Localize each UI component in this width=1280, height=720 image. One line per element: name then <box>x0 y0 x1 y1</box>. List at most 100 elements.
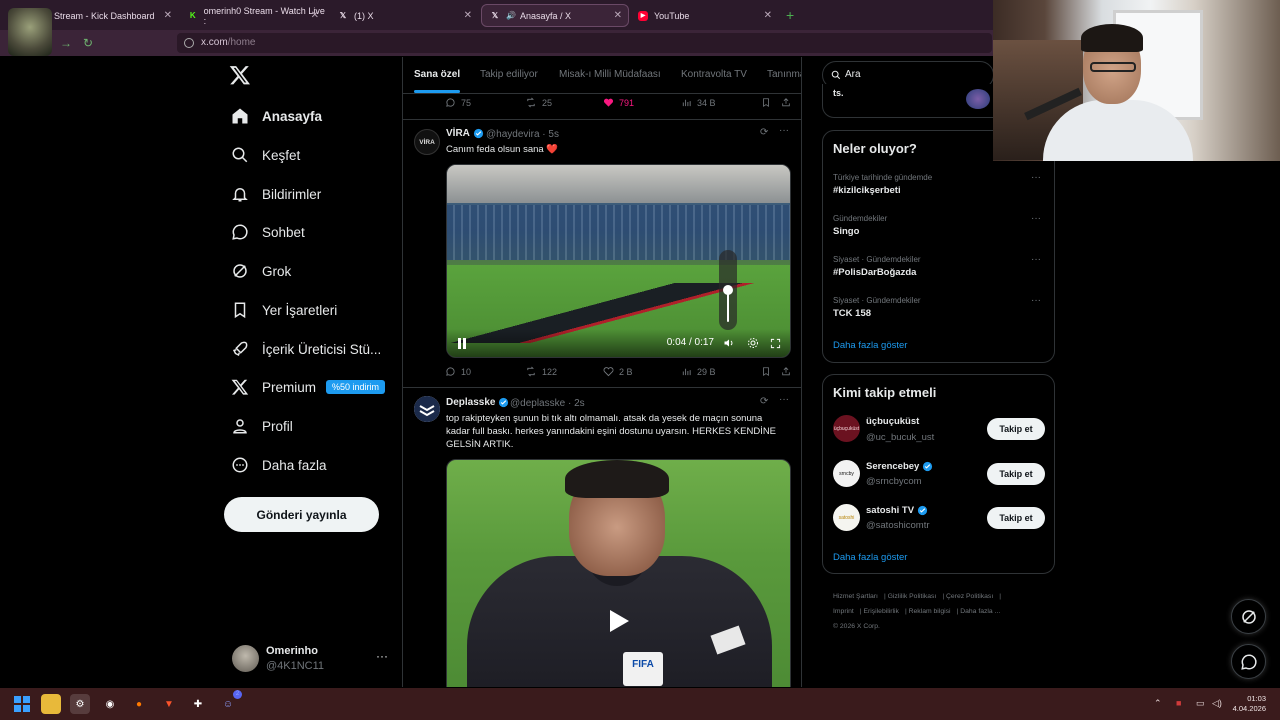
footer-link[interactable]: Daha fazla ... <box>960 608 1000 615</box>
nav-home[interactable]: Anasayfa <box>230 102 322 130</box>
taskbar-clock[interactable]: 01:03 4.04.2026 <box>1233 694 1266 714</box>
avatar[interactable] <box>414 396 440 422</box>
tweet-handle[interactable]: @deplasske · 2s <box>510 398 585 409</box>
tab-omerinh0-stream[interactable]: K omerinh0 Stream - Watch Live : ✕ <box>180 4 325 27</box>
footer-link[interactable]: Reklam bilgisi <box>909 608 951 615</box>
file-explorer-icon[interactable] <box>41 694 61 714</box>
post-button[interactable]: Gönderi yayınla <box>224 497 379 532</box>
nav-premium[interactable]: Premium %50 indirim <box>230 373 386 401</box>
site-info-icon[interactable] <box>184 38 194 48</box>
brave-icon[interactable]: ▼ <box>159 694 179 714</box>
tab-list-taninma[interactable]: Tanınma <box>767 69 801 80</box>
avatar[interactable]: VİRA <box>414 129 440 155</box>
follow-name-row[interactable]: satoshi TV <box>866 505 928 516</box>
new-tab-button[interactable]: + <box>786 7 794 23</box>
controller-icon[interactable]: ✚ <box>188 694 208 714</box>
pause-icon[interactable] <box>457 338 467 349</box>
x-logo-icon[interactable] <box>229 64 251 86</box>
share-icon[interactable] <box>781 97 796 108</box>
address-bar[interactable]: x.com/home <box>177 33 992 53</box>
nav-profile[interactable]: Profil <box>230 412 293 440</box>
volume-icon[interactable]: ◁) <box>1212 698 1222 709</box>
more-icon[interactable]: ··· <box>1031 172 1041 183</box>
tweet-video[interactable]: FIFA <box>446 459 791 687</box>
close-icon[interactable]: ✕ <box>164 10 172 21</box>
messages-floating-button[interactable] <box>1231 644 1266 679</box>
close-icon[interactable]: ✕ <box>764 10 772 21</box>
share-icon[interactable] <box>781 366 796 377</box>
chevron-up-icon[interactable]: ⌃ <box>1154 698 1162 709</box>
follow-name-row[interactable]: Serencebey <box>866 461 933 472</box>
tab-anasayfa-x[interactable]: 𝕏 🔊 Anasayfa / X ✕ <box>481 4 629 27</box>
more-icon[interactable]: ··· <box>1031 254 1041 265</box>
play-icon[interactable] <box>607 608 631 634</box>
tweet-handle[interactable]: @haydevira · 5s <box>486 129 559 140</box>
nav-creator-studio[interactable]: İçerik Üreticisi Stü... <box>230 335 381 363</box>
nav-more[interactable]: Daha fazla <box>230 451 327 479</box>
avatar[interactable]: srncby <box>833 460 860 487</box>
bookmark-icon[interactable] <box>761 366 776 377</box>
tray-app-icon[interactable]: ■ <box>1176 698 1181 708</box>
discord-icon[interactable]: ☺ 2 <box>218 690 242 714</box>
grok-icon[interactable]: ⟳ <box>760 127 768 138</box>
nav-bookmarks[interactable]: Yer İşaretleri <box>230 296 337 324</box>
tab-youtube[interactable]: ▶ YouTube ✕ <box>630 4 778 27</box>
more-icon[interactable]: ··· <box>779 125 789 136</box>
more-icon[interactable]: ··· <box>1031 295 1041 306</box>
follow-name[interactable]: üçbuçuküst <box>866 416 919 427</box>
footer-link[interactable]: Hizmet Şartları <box>833 593 878 600</box>
firefox-icon[interactable]: ● <box>129 694 149 714</box>
avatar[interactable]: üçbuçuküst <box>833 415 860 442</box>
tab-x-notifications[interactable]: 𝕏 (1) X ✕ <box>330 4 478 27</box>
views-button[interactable]: 29 B <box>681 366 716 377</box>
footer-link[interactable]: Çerez Politikası <box>946 593 993 600</box>
tab-kick-dashboard[interactable]: K Stream - Kick Dashboard ✕ <box>30 4 178 27</box>
grok-floating-button[interactable] <box>1231 599 1266 634</box>
volume-slider[interactable] <box>719 250 737 330</box>
footer-link[interactable]: Gizlilik Politikası <box>888 593 937 600</box>
follow-button[interactable]: Takip et <box>987 418 1045 440</box>
more-icon[interactable]: ··· <box>1031 213 1041 224</box>
tweet-video[interactable]: 0:04 / 0:17 <box>446 164 791 358</box>
nav-grok[interactable]: Grok <box>230 257 291 285</box>
close-icon[interactable]: ✕ <box>614 10 622 21</box>
reply-button[interactable]: 75 <box>445 97 471 108</box>
fullscreen-icon[interactable] <box>770 338 781 349</box>
obs-icon[interactable]: ◉ <box>100 694 120 714</box>
windows-start-icon[interactable] <box>12 694 32 714</box>
more-icon[interactable]: ··· <box>779 394 789 405</box>
show-more-link[interactable]: Daha fazla göster <box>833 552 907 563</box>
footer-link[interactable]: Erişilebilirlik <box>863 608 899 615</box>
nav-notifications[interactable]: Bildirimler <box>230 180 321 208</box>
like-button[interactable]: 791 <box>603 97 634 108</box>
nav-chat[interactable]: Sohbet <box>230 218 305 246</box>
nav-explore[interactable]: Keşfet <box>230 141 300 169</box>
close-icon[interactable]: ✕ <box>311 10 319 21</box>
more-icon[interactable]: ··· <box>376 649 388 663</box>
volume-knob[interactable] <box>723 285 733 295</box>
like-button[interactable]: 2 B <box>603 366 633 377</box>
close-icon[interactable]: ✕ <box>464 10 472 21</box>
account-switcher[interactable]: Omerinho @4K1NC11 ··· <box>232 643 392 673</box>
tweet-author-name[interactable]: Deplasske <box>446 397 509 408</box>
bookmark-icon[interactable] <box>761 97 776 108</box>
tab-following[interactable]: Takip ediliyor <box>480 69 538 80</box>
tab-list-misak[interactable]: Misak-ı Milli Müdafaası <box>559 69 661 80</box>
tweet-author-name[interactable]: VİRA <box>446 128 484 139</box>
repost-button[interactable]: 25 <box>525 97 552 108</box>
volume-icon[interactable] <box>723 337 735 349</box>
show-more-link[interactable]: Daha fazla göster <box>833 340 907 351</box>
steam-icon[interactable]: ⚙ <box>70 694 90 714</box>
views-button[interactable]: 34 B <box>681 97 716 108</box>
follow-button[interactable]: Takip et <box>987 463 1045 485</box>
tab-for-you[interactable]: Sana özel <box>414 69 461 93</box>
grok-icon[interactable]: ⟳ <box>760 396 768 407</box>
reply-button[interactable]: 10 <box>445 366 471 377</box>
footer-link[interactable]: Imprint <box>833 608 854 615</box>
follow-button[interactable]: Takip et <box>987 507 1045 529</box>
forward-icon[interactable]: → <box>60 36 72 50</box>
repost-button[interactable]: 122 <box>525 366 557 377</box>
avatar[interactable]: satoshi <box>833 504 860 531</box>
settings-icon[interactable] <box>747 337 759 349</box>
tab-list-kontravolta[interactable]: Kontravolta TV <box>681 69 747 80</box>
